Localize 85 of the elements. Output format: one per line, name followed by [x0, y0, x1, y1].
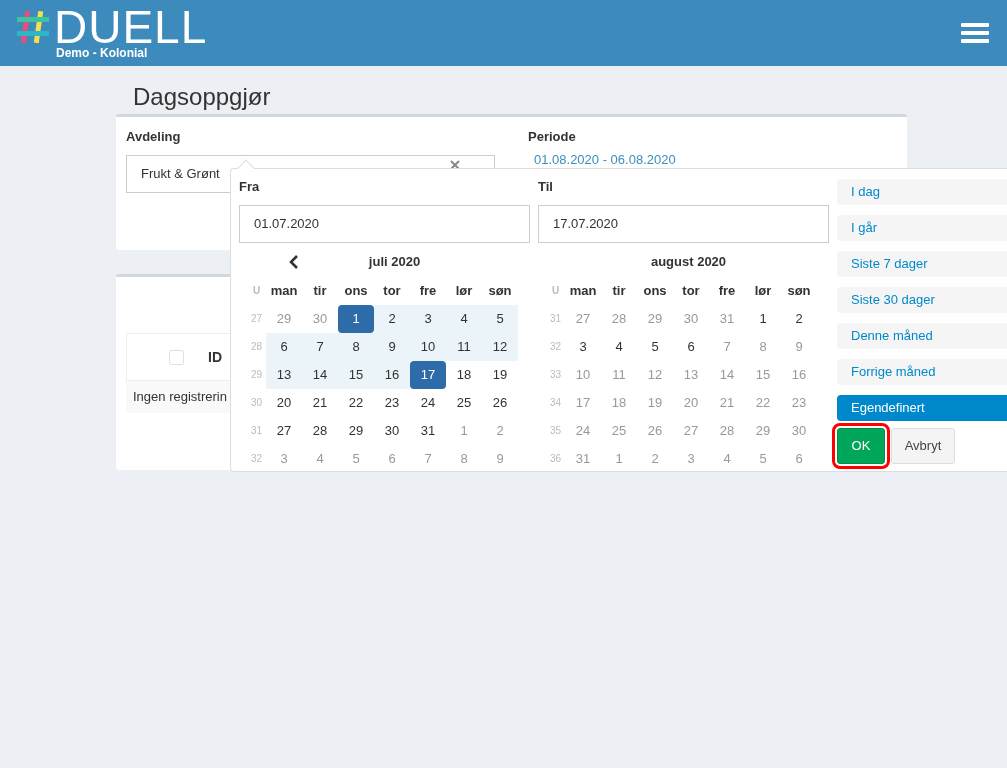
calendar-day: 9 [482, 444, 518, 473]
week-number: 31 [249, 424, 264, 438]
field-label: Avdeling [126, 128, 182, 146]
calendar-day: 25 [601, 416, 637, 445]
calendar-day: 30 [673, 304, 709, 333]
calendar-day: 1 [446, 416, 482, 445]
weekday-header: man [269, 281, 299, 300]
calendar-day: 19 [637, 388, 673, 417]
calendar-day: 27 [673, 416, 709, 445]
calendar-day: 28 [709, 416, 745, 445]
calendar-day: 29 [745, 416, 781, 445]
weekday-header: lør [454, 281, 474, 300]
week-number: 35 [548, 424, 563, 438]
calendar-day: 2 [637, 444, 673, 473]
calendar-day: 11 [601, 360, 637, 389]
calendar-day: 15 [745, 360, 781, 389]
week-number: 34 [548, 396, 563, 410]
week-number: 30 [249, 396, 264, 410]
weekday-header: tir [611, 281, 627, 300]
calendar-day: 28 [601, 304, 637, 333]
week-number: 28 [249, 340, 264, 354]
calendar-day: 2 [482, 416, 518, 445]
logo-text: DUELL [54, 7, 208, 47]
month-title: august 2020 [650, 252, 727, 271]
weekday-header: fre [418, 281, 438, 300]
month-title: juli 2020 [368, 252, 421, 271]
calendar-day: 21 [709, 388, 745, 417]
field-label: Til [538, 178, 554, 196]
calendar-day: 23 [781, 388, 817, 417]
calendar-day: 3 [266, 444, 302, 473]
field-label: Periode [528, 128, 577, 146]
calendar-day: 27 [565, 304, 601, 333]
calendar-day: 9 [781, 332, 817, 361]
calendar-day: 29 [637, 304, 673, 333]
weekday-header: tor [681, 281, 701, 300]
calendar-day: 30 [781, 416, 817, 445]
calendar-day: 5 [338, 444, 374, 473]
calendar-day: 8 [745, 332, 781, 361]
calendar-day: 24 [565, 416, 601, 445]
calendar-day: 18 [601, 388, 637, 417]
weekday-header: lør [753, 281, 773, 300]
weekday-header: fre [717, 281, 737, 300]
calendar-day: 7 [709, 332, 745, 361]
calendar-day: 3 [673, 444, 709, 473]
week-number: 32 [249, 452, 264, 466]
week-number: 27 [249, 312, 264, 326]
calendar-day: 31 [709, 304, 745, 333]
weekday-header: ons [343, 281, 369, 300]
calendar-day: 16 [781, 360, 817, 389]
calendar-day: 14 [709, 360, 745, 389]
column-header: ID [208, 347, 222, 367]
calendar-day: 4 [302, 444, 338, 473]
weekday-header: tor [382, 281, 402, 300]
calendar-day: 31 [565, 444, 601, 473]
week-number: 31 [548, 312, 563, 326]
week-header: U [550, 284, 561, 298]
week-header: U [251, 284, 262, 298]
week-number: 32 [548, 340, 563, 354]
week-number: 33 [548, 368, 563, 382]
calendar-day: 6 [374, 444, 410, 473]
weekday-header: tir [312, 281, 328, 300]
weekday-header: søn [786, 281, 812, 300]
field-label: Fra [239, 178, 261, 196]
calendar-day: 7 [410, 444, 446, 473]
weekday-header: ons [642, 281, 668, 300]
weekday-header: søn [487, 281, 513, 300]
calendar-day: 4 [709, 444, 745, 473]
calendar-day: 12 [637, 360, 673, 389]
weekday-header: man [568, 281, 598, 300]
calendar-day: 22 [745, 388, 781, 417]
calendar-day: 10 [565, 360, 601, 389]
calendar-day: 17 [565, 388, 601, 417]
calendar-day: 13 [673, 360, 709, 389]
subtitle: Demo - Kolonial [56, 47, 149, 59]
calendar-day: 6 [781, 444, 817, 473]
week-number: 36 [548, 452, 563, 466]
page-title: Dagsoppgjør [133, 82, 272, 112]
calendar-day: 30 [302, 304, 338, 333]
calendar-day: 20 [673, 388, 709, 417]
calendar-day: 26 [637, 416, 673, 445]
calendar-day: 1 [601, 444, 637, 473]
week-number: 29 [249, 368, 264, 382]
calendar-day: 29 [266, 304, 302, 333]
calendar-day: 8 [446, 444, 482, 473]
calendar-day: 5 [745, 444, 781, 473]
